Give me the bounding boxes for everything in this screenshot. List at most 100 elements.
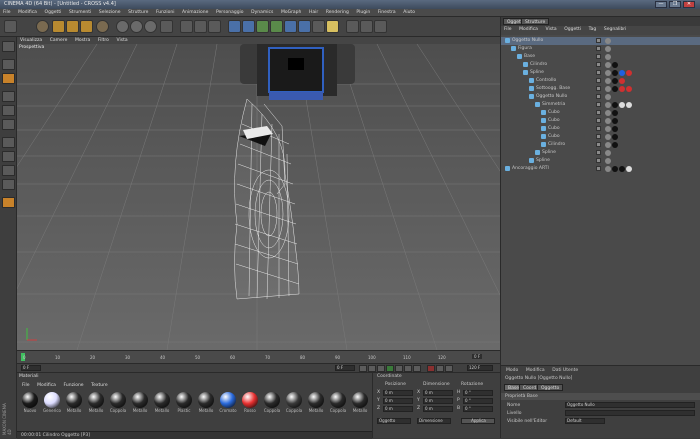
scale-icon[interactable]	[66, 20, 79, 33]
size-field[interactable]: 0 m	[423, 398, 453, 404]
visibility-toggle[interactable]	[596, 134, 601, 139]
object-tag-icon[interactable]	[619, 86, 625, 92]
object-tag-icon[interactable]	[626, 70, 632, 76]
object-tag-icon[interactable]	[605, 158, 611, 164]
size-field[interactable]: 0 m	[423, 406, 453, 412]
visibility-toggle[interactable]	[596, 94, 601, 99]
layout-icon[interactable]	[374, 20, 387, 33]
workplane-icon[interactable]	[2, 197, 15, 208]
animation-mode-icon[interactable]	[2, 137, 15, 148]
material-swatch[interactable]: Generico	[42, 392, 62, 418]
menu-plugin[interactable]: Plugin	[353, 9, 373, 16]
minimize-button[interactable]: —	[655, 1, 667, 8]
visibility-toggle[interactable]	[596, 78, 601, 83]
make-editable-icon[interactable]	[360, 20, 373, 33]
object-name[interactable]: Cubo	[548, 117, 560, 125]
object-name[interactable]: Cubo	[548, 125, 560, 133]
material-swatch[interactable]: Rosso	[240, 392, 260, 418]
object-tag-icon[interactable]	[605, 150, 611, 156]
name-field[interactable]: Oggetto Nullo	[565, 402, 695, 408]
attr-menu-edit[interactable]: Modifica	[523, 368, 548, 373]
material-swatch[interactable]: Coppola	[108, 392, 128, 418]
x-axis-icon[interactable]	[116, 20, 129, 33]
menu-objects[interactable]: Oggetti	[42, 9, 65, 16]
visibility-toggle[interactable]	[596, 86, 601, 91]
visibility-toggle[interactable]	[596, 150, 601, 155]
end-frame-field[interactable]: 120 F	[467, 365, 493, 371]
object-tag-icon[interactable]	[605, 102, 611, 108]
object-row[interactable]: Controllo	[501, 77, 700, 85]
object-row[interactable]: Spline	[501, 69, 700, 77]
start-frame-field[interactable]: 0 F	[21, 365, 41, 371]
object-tag-icon[interactable]	[619, 70, 625, 76]
floor-icon[interactable]	[298, 20, 311, 33]
texture-mode-icon[interactable]	[2, 73, 15, 84]
editor-visible-select[interactable]: Default	[565, 418, 605, 424]
object-row[interactable]: Oggetto Nullo	[501, 93, 700, 101]
object-tag-icon[interactable]	[612, 134, 618, 140]
snap-icon[interactable]	[2, 179, 15, 190]
menu-edit[interactable]: Modifica	[15, 9, 40, 16]
menu-mograph[interactable]: MoGraph	[278, 9, 304, 16]
cube-icon[interactable]	[228, 20, 241, 33]
menu-structure[interactable]: Strutture	[125, 9, 151, 16]
object-row[interactable]: Sottoogg. Base	[501, 85, 700, 93]
points-mode-icon[interactable]	[2, 91, 15, 102]
material-swatch[interactable]: Coppola	[284, 392, 304, 418]
visibility-toggle[interactable]	[596, 166, 601, 171]
live-select-icon[interactable]	[36, 20, 49, 33]
visibility-toggle[interactable]	[596, 110, 601, 115]
visibility-toggle[interactable]	[596, 158, 601, 163]
goto-start-icon[interactable]	[359, 365, 367, 372]
object-name[interactable]: Cubo	[548, 133, 560, 141]
prev-key-icon[interactable]	[368, 365, 376, 372]
menu-window[interactable]: Finestra	[375, 9, 399, 16]
current-frame-field[interactable]: 0 F	[335, 365, 355, 371]
object-name[interactable]: Oggetto Nullo	[512, 37, 543, 45]
material-swatch[interactable]: Cromato	[218, 392, 238, 418]
z-axis-icon[interactable]	[144, 20, 157, 33]
polygons-mode-icon[interactable]	[2, 119, 15, 130]
object-name[interactable]: Cilindro	[548, 141, 565, 149]
attr-menu-mode[interactable]: Modo	[503, 368, 521, 373]
material-swatch[interactable]: Metallo	[196, 392, 216, 418]
object-name[interactable]: Spline	[542, 149, 556, 157]
object-tag-icon[interactable]	[612, 126, 618, 132]
object-row[interactable]: Cilindro	[501, 141, 700, 149]
object-tag-icon[interactable]	[605, 54, 611, 60]
menu-selection[interactable]: Selezione	[96, 9, 124, 16]
size-field[interactable]: 0 m	[423, 390, 453, 396]
om-menu-edit[interactable]: Modifica	[516, 26, 541, 33]
maximize-button[interactable]: ❐	[669, 1, 681, 8]
undo-icon[interactable]	[4, 20, 17, 33]
om-menu-objects[interactable]: Oggetti	[561, 26, 584, 33]
object-row[interactable]: Ancoraggio ARTI	[501, 165, 700, 173]
perspective-viewport[interactable]: Prospettiva	[17, 44, 500, 350]
menu-rendering[interactable]: Rendering	[323, 9, 352, 16]
menu-dynamics[interactable]: Dynamics	[248, 9, 276, 16]
object-tag-icon[interactable]	[605, 70, 611, 76]
model-mode-icon[interactable]	[2, 41, 15, 52]
vp-menu-view[interactable]: Visualizza	[17, 38, 45, 43]
object-tag-icon[interactable]	[605, 110, 611, 116]
menu-help[interactable]: Aiuto	[400, 9, 418, 16]
keyframe-icon[interactable]	[445, 365, 453, 372]
object-name[interactable]: Sottoogg. Base	[536, 85, 570, 93]
object-tag-icon[interactable]	[605, 86, 611, 92]
menu-file[interactable]: File	[0, 9, 14, 16]
object-row[interactable]: Figura	[501, 45, 700, 53]
object-tag-icon[interactable]	[612, 110, 618, 116]
tweak-mode-icon[interactable]	[2, 151, 15, 162]
object-name[interactable]: Spline	[536, 157, 550, 165]
material-swatch[interactable]: Metallo	[350, 392, 370, 418]
object-tag-icon[interactable]	[605, 142, 611, 148]
material-swatch[interactable]: Metallo	[130, 392, 150, 418]
close-button[interactable]: ✕	[683, 1, 695, 8]
object-row[interactable]: Cubo	[501, 109, 700, 117]
visibility-toggle[interactable]	[596, 46, 601, 51]
menu-functions[interactable]: Funzioni	[153, 9, 178, 16]
object-row[interactable]: Cubo	[501, 117, 700, 125]
position-field[interactable]: 0 m	[383, 406, 413, 412]
deformer-icon[interactable]	[284, 20, 297, 33]
material-swatch[interactable]: Nuovo	[20, 392, 40, 418]
